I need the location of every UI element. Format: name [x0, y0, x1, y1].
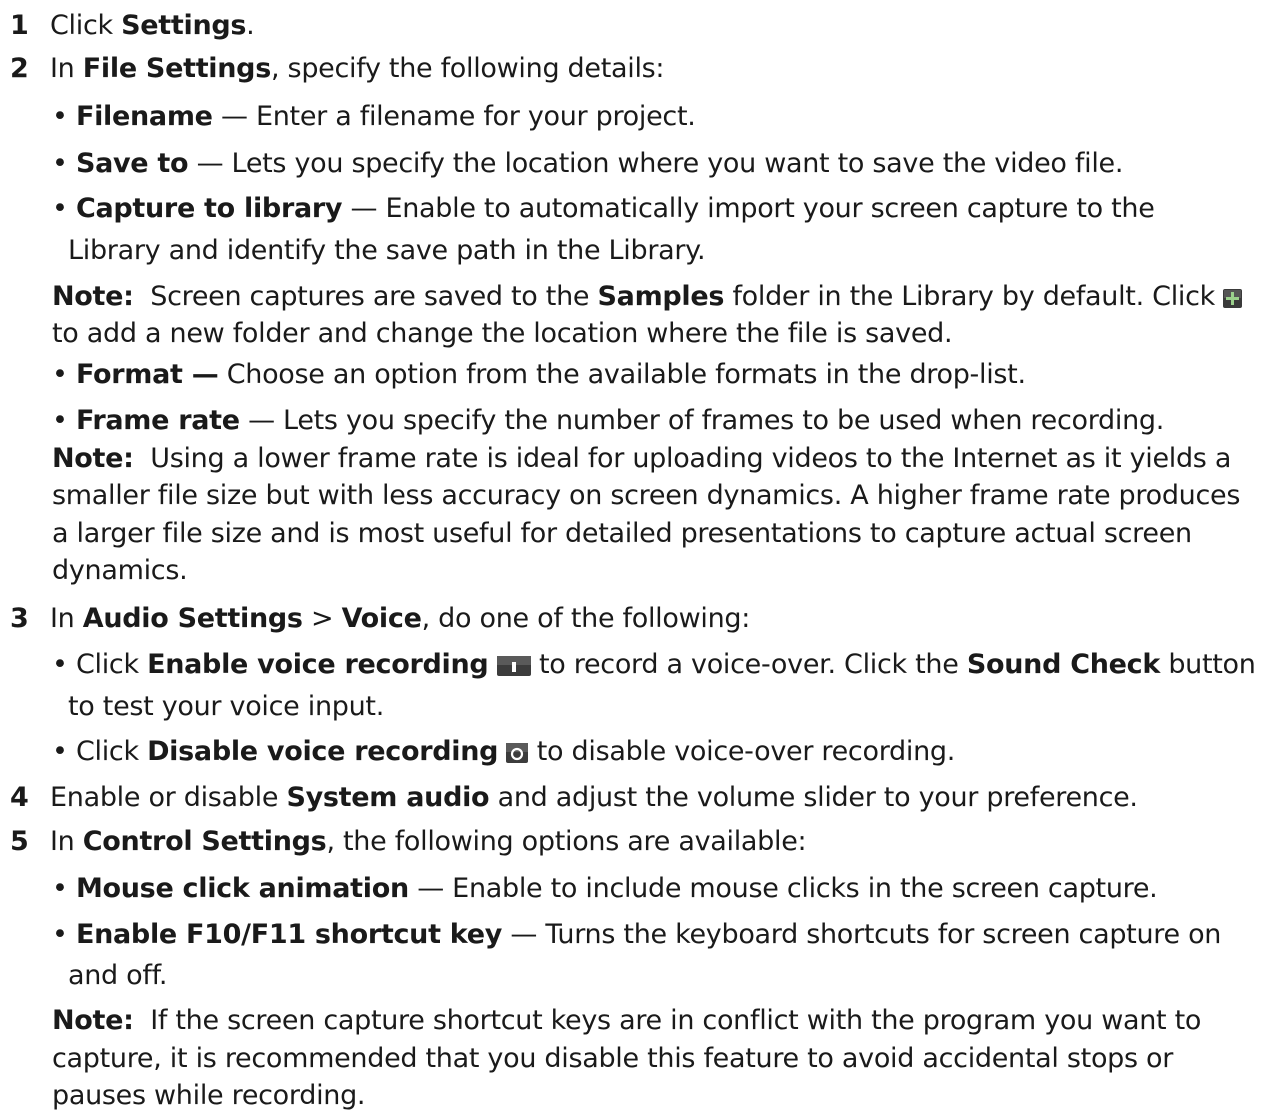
bullet: • [52, 649, 68, 680]
step-text: Enable or disable [50, 782, 287, 813]
note-text: folder in the Library by default. Click [724, 281, 1224, 312]
item-label: Frame rate [75, 405, 240, 436]
step-4: 4 Enable or disable System audio and adju… [10, 780, 1138, 816]
item-text: — Enter a filename for your project. [212, 101, 696, 132]
item-text: — Enable to automatically import your sc… [342, 193, 1155, 224]
step-text: Click [50, 10, 122, 41]
list-item: • Enable F10/F11 shortcut key — Turns th… [52, 917, 1221, 953]
bullet: • [52, 736, 68, 767]
list-item: • Save to — Lets you specify the locatio… [52, 146, 1123, 182]
list-item: • Click Enable voice recording to record… [52, 647, 1256, 683]
item-text: button [1160, 649, 1256, 680]
step-text: In [50, 53, 83, 84]
step-text: . [246, 10, 255, 41]
list-item-continuation: to test your voice input. [68, 691, 384, 722]
item-text: — Turns the keyboard shortcuts for scree… [502, 919, 1222, 950]
step-bold: System audio [286, 782, 490, 813]
note-continuation: a larger file size and is most useful fo… [52, 518, 1192, 549]
note-label: Note: [52, 443, 134, 474]
step-number: 3 [10, 603, 29, 634]
step-text: In [50, 603, 83, 634]
step-number: 4 [10, 782, 29, 813]
list-item-continuation: and off. [68, 960, 168, 991]
note: Note: Screen captures are saved to the S… [52, 279, 1243, 315]
list-item: • Format — Choose an option from the ava… [52, 357, 1026, 393]
item-text: to record a voice-over. Click the [530, 649, 967, 680]
bullet: • [52, 919, 68, 950]
step-text: In [50, 826, 83, 857]
note-bold: Samples [597, 281, 725, 312]
item-text: Choose an option from the available form… [218, 359, 1026, 390]
list-item-continuation: Library and identify the save path in th… [68, 235, 706, 266]
list-item: • Filename — Enter a filename for your p… [52, 99, 696, 135]
item-text: Click [75, 736, 148, 767]
step-number: 2 [10, 53, 29, 84]
item-label: Mouse click animation [75, 873, 409, 904]
add-folder-icon [1223, 289, 1243, 308]
list-item: • Frame rate — Lets you specify the numb… [52, 403, 1164, 439]
item-text: — Lets you specify the number of frames … [239, 405, 1165, 436]
step-bold: Control Settings [82, 826, 327, 857]
step-3: 3 In Audio Settings > Voice, do one of th… [10, 601, 750, 637]
bullet: • [52, 193, 68, 224]
step-bold: File Settings [82, 53, 272, 84]
list-item: • Click Disable voice recording to disab… [52, 734, 955, 770]
item-label: Capture to library [75, 193, 343, 224]
item-text: — Enable to include mouse clicks in the … [408, 873, 1158, 904]
step-text: and adjust the volume slider to your pre… [489, 782, 1138, 813]
bullet: • [52, 101, 68, 132]
step-number: 5 [10, 826, 29, 857]
step-number: 1 [10, 10, 29, 41]
step-text: , specify the following details: [270, 53, 665, 84]
step-bold: Audio Settings [82, 603, 303, 634]
step-text: , the following options are available: [326, 826, 807, 857]
item-text: — Lets you specify the location where yo… [188, 148, 1124, 179]
bullet: • [52, 359, 68, 390]
note: Note: Using a lower frame rate is ideal … [52, 441, 1231, 477]
note-text: If the screen capture shortcut keys are … [133, 1005, 1202, 1036]
item-label: Enable F10/F11 shortcut key [75, 919, 503, 950]
note-label: Note: [52, 1005, 134, 1036]
note-text: Using a lower frame rate is ideal for up… [133, 443, 1232, 474]
step-text: , do one of the following: [421, 603, 751, 634]
enable-voice-recording-icon [496, 656, 531, 676]
item-text: to disable voice-over recording. [528, 736, 956, 767]
note-text: Screen captures are saved to the [133, 281, 598, 312]
item-label: Disable voice recording [147, 736, 499, 767]
step-bold: Settings [121, 10, 247, 41]
note: Note: If the screen capture shortcut key… [52, 1003, 1201, 1039]
note-continuation: to add a new folder and change the locat… [52, 318, 953, 349]
item-text: Click [75, 649, 148, 680]
bullet: • [52, 405, 68, 436]
item-label: Filename [75, 101, 213, 132]
bullet: • [52, 873, 68, 904]
note-continuation: capture, it is recommended that you disa… [52, 1043, 1174, 1074]
step-1: 1 Click Settings. [10, 8, 255, 44]
step-bold: Voice [341, 603, 422, 634]
note-continuation: dynamics. [52, 555, 188, 586]
bullet: • [52, 148, 68, 179]
step-text: > [302, 603, 342, 634]
list-item: • Mouse click animation — Enable to incl… [52, 871, 1158, 907]
item-label: Enable voice recording [147, 649, 489, 680]
step-2: 2 In File Settings, specify the following… [10, 51, 665, 87]
item-label: Format — [75, 359, 219, 390]
step-5: 5 In Control Settings, the following opti… [10, 824, 807, 860]
document: 1 Click Settings. 2 In File Settings, spec… [0, 0, 1265, 1111]
note-continuation: smaller file size but with less accuracy… [52, 480, 1241, 511]
note-label: Note: [52, 281, 134, 312]
list-item: • Capture to library — Enable to automat… [52, 191, 1155, 227]
item-label: Save to [75, 148, 189, 179]
item-bold: Sound Check [966, 649, 1161, 680]
disable-voice-recording-icon [506, 743, 529, 763]
